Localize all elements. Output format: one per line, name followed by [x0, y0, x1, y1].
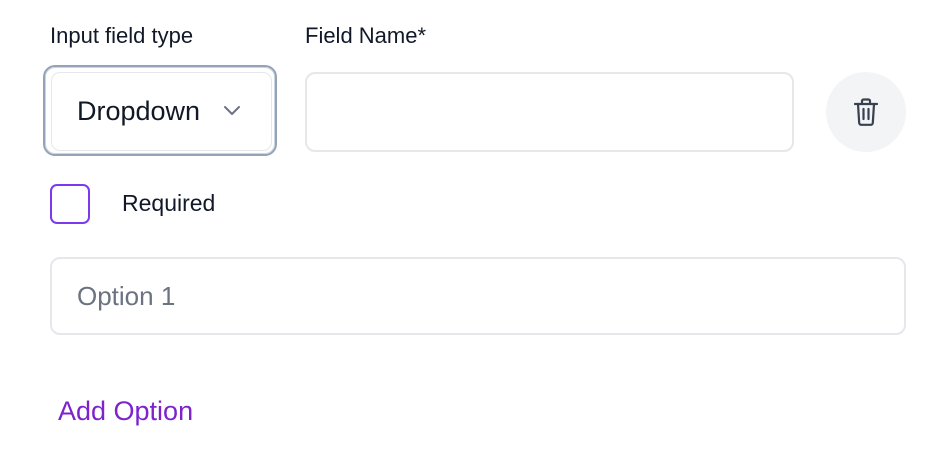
field-type-select[interactable]: Dropdown: [51, 72, 272, 151]
required-checkbox[interactable]: [50, 184, 90, 224]
delete-field-button[interactable]: [826, 72, 906, 152]
chevron-down-icon: [224, 106, 240, 115]
required-label: Required: [122, 190, 216, 216]
field-type-select-value: Dropdown: [77, 96, 201, 126]
option-input-1[interactable]: [50, 257, 906, 335]
field-name-label: Field Name*: [305, 23, 427, 48]
field-name-input[interactable]: [305, 72, 794, 152]
add-option-link[interactable]: Add Option: [58, 398, 193, 425]
input-field-type-label: Input field type: [50, 23, 194, 48]
trash-icon: [853, 98, 879, 126]
field-editor: Input field type Field Name* Dropdown Re…: [0, 0, 952, 460]
